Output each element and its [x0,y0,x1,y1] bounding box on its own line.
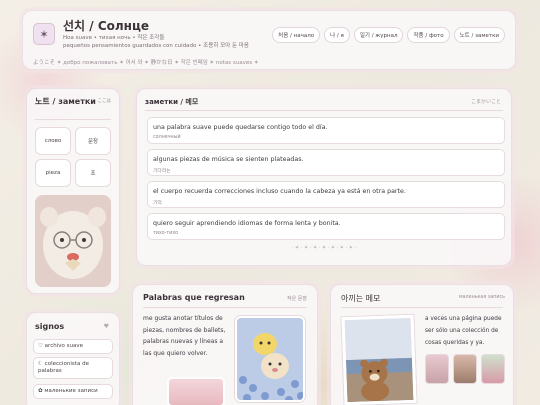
nav-home[interactable]: 처음 / начало [272,27,321,43]
favorite-memo-tag: маленькая запись [459,295,505,300]
pink-photo [167,377,225,405]
memo-item[interactable]: una palabra suave puede quedarse contigo… [147,117,505,144]
memo-title: заметки / 메모 [145,98,199,106]
memo-panel: заметки / 메모 こまかいこと una palabra suave pu… [136,88,512,266]
site-title: 선치 / Солнце [63,19,149,33]
memo-tag: тихо-тихо [153,231,179,236]
memo-text: quiero seguir aprendiendo idiomas de for… [153,220,341,227]
memo-item[interactable]: algunas piezas de música se sienten plat… [147,149,505,176]
memo-text: una palabra suave puede quedarse contigo… [153,124,328,131]
memo-tag: 기억 [153,201,162,206]
notes-panel: 노트 / заметки ここは слово 문장 pieza 조 [26,88,120,294]
word-chip[interactable]: 문장 [75,127,111,155]
memo-tag: 기다리는 [153,169,171,174]
site-avatar-icon: ✶ [33,23,55,45]
memo-tag: солнечный [153,135,181,140]
divider [143,307,307,308]
palabras-title: Palabras que regresan [143,293,245,302]
favorite-memo-text: a veces una página puede ser sólo una co… [425,316,502,346]
divider [35,119,111,120]
divider [145,110,503,111]
word-chip[interactable]: 조 [75,159,111,187]
site-subtitle: Hoa suave • тихая ночь • 작은 조각들 [63,35,165,41]
thumbnail[interactable] [453,354,477,384]
memo-item[interactable]: el cuerpo recuerda correcciones incluso … [147,181,505,208]
site-subtitle-2: pequeños pensamientos guardados con cuid… [63,43,249,49]
flowers-plush-photo [235,316,305,402]
divider [341,307,503,308]
signo-item[interactable]: ✿ маленькие записи [33,384,113,399]
signos-panel: signos ♥ ♡ archivo suave ☾ coleccionista… [26,312,120,405]
word-chip[interactable]: pieza [35,159,71,187]
nav-notes[interactable]: 노트 / заметки [453,27,505,43]
notes-title: 노트 / заметки [35,97,96,106]
signos-title: signos [35,322,65,331]
plush-photo [35,195,111,287]
heart-icon: ♥ [103,323,109,330]
header-panel: ✶ 선치 / Солнце Hoa suave • тихая ночь • 작… [22,10,516,70]
memo-footer-deco: · ✶ · ✶ · ✶ · ✶ · ✶ · ✶ · ✶ · [291,245,357,251]
memo-text: algunas piezas de música se sienten plat… [153,156,304,163]
memo-deco-label: こまかいこと [470,99,501,105]
nav-photos[interactable]: 작품 / фото [407,27,450,43]
welcome-ticker: ようこそ ✶ добро пожаловать ✶ 어서 와 ✶ 静かな日 ✶ … [33,60,259,66]
notes-small-label: ここは [97,99,112,104]
palabras-panel: Palabras que regresan 작은 문장 me gusta ano… [132,284,318,405]
nav-journal[interactable]: 일기 / журнал [353,27,404,43]
thumbnail[interactable] [481,354,505,384]
memo-item[interactable]: quiero seguir aprendiendo idiomas de for… [147,213,505,240]
thumbnail[interactable] [425,354,449,384]
signo-item[interactable]: ♡ archivo suave [33,339,113,354]
signo-item[interactable]: ☾ coleccionista de palabras [33,357,113,379]
main-nav: 처음 / начало 나 / я 일기 / журнал 작품 / фото … [272,27,505,43]
word-chip[interactable]: слово [35,127,71,155]
palabras-tag: 작은 문장 [287,296,307,302]
bear-seaside-photo [341,314,417,405]
favorite-memo-title: 아끼는 메모 [341,294,381,303]
memo-text: el cuerpo recuerda correcciones incluso … [153,188,406,195]
nav-me[interactable]: 나 / я [324,27,350,43]
palabras-text: me gusta anotar títulos de piezas, nombr… [143,315,226,357]
favorite-memo-panel: 아끼는 메모 маленькая запись a veces una pági… [330,284,514,405]
